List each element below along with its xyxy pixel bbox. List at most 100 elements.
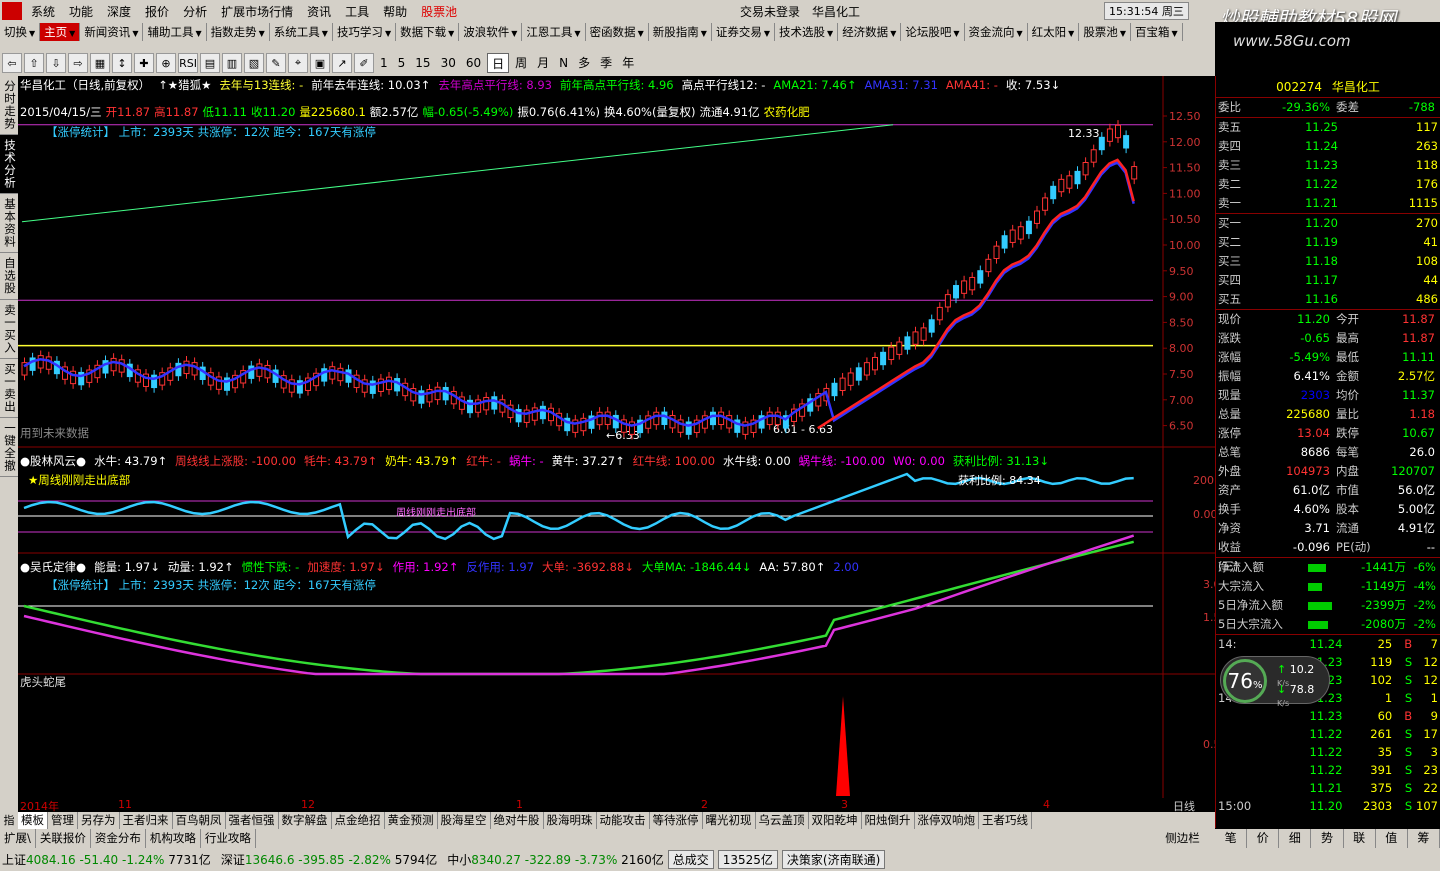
- tab-7[interactable]: 数据下载 ▼: [396, 23, 460, 41]
- toolbar-icon-15[interactable]: ↗: [332, 53, 352, 73]
- sells-row-2[interactable]: 卖三 11.23 118: [1216, 156, 1440, 175]
- menu-item-2[interactable]: 深度: [100, 3, 138, 20]
- indicator-tab-8[interactable]: 黄金预测: [385, 812, 438, 829]
- sh-index[interactable]: 上证4084.16 -51.40 -1.24% 7731亿: [2, 851, 211, 868]
- menu-item-8[interactable]: 帮助: [376, 3, 414, 20]
- zx-index[interactable]: 中小8340.27 -322.89 -3.73% 2160亿: [447, 851, 663, 868]
- indicator-tab-19[interactable]: 王者巧线: [979, 812, 1032, 829]
- quote-tab-6[interactable]: 筹: [1408, 829, 1440, 848]
- tab-17[interactable]: 红太阳 ▼: [1028, 23, 1080, 41]
- tab-12[interactable]: 证券交易 ▼: [712, 23, 776, 41]
- toolbar-icon-12[interactable]: ✎: [266, 53, 286, 73]
- sells-row-0[interactable]: 卖五 11.25 117: [1216, 118, 1440, 137]
- indicator-tab-10[interactable]: 绝对牛股: [491, 812, 544, 829]
- toolbar-icon-2[interactable]: ⇩: [46, 53, 66, 73]
- toolbar-icon-11[interactable]: ▧: [244, 53, 264, 73]
- tab-3[interactable]: 辅助工具 ▼: [143, 23, 207, 41]
- sub-tab-4[interactable]: 行业攻略: [201, 829, 256, 848]
- indicator-tab-1[interactable]: 管理: [48, 812, 78, 829]
- toolbar-icon-13[interactable]: ⌖: [288, 53, 308, 73]
- left-tab-0[interactable]: 分时走势: [0, 76, 18, 135]
- sells-row-3[interactable]: 卖二 11.22 176: [1216, 175, 1440, 194]
- quote-tab-1[interactable]: 价: [1247, 829, 1280, 848]
- period-2[interactable]: 15: [411, 53, 434, 73]
- menu-item-7[interactable]: 工具: [338, 3, 376, 20]
- indicator-tab-16[interactable]: 双阳乾坤: [809, 812, 862, 829]
- menu-item-5[interactable]: 扩展市场行情: [214, 3, 300, 20]
- left-tab-2[interactable]: 基本资料: [0, 194, 18, 253]
- toolbar-icon-6[interactable]: ✚: [134, 53, 154, 73]
- period-1[interactable]: 5: [394, 53, 410, 73]
- period-11[interactable]: 年: [618, 53, 638, 73]
- left-tab-3[interactable]: 自选股: [0, 253, 18, 300]
- sub-tab-3[interactable]: 机构攻略: [146, 829, 201, 848]
- tab-15[interactable]: 论坛股吧 ▼: [901, 23, 965, 41]
- sub-tab-2[interactable]: 资金分布: [91, 829, 146, 848]
- sub-tab-0[interactable]: 扩展\: [0, 829, 36, 848]
- period-9[interactable]: 多: [574, 53, 594, 73]
- left-tab-6[interactable]: 一键全撤: [0, 418, 18, 477]
- quote-tab-4[interactable]: 联: [1344, 829, 1376, 848]
- toolbar-icon-14[interactable]: ▣: [310, 53, 330, 73]
- indicator-tab-9[interactable]: 股海星空: [438, 812, 491, 829]
- indicator-tab-7[interactable]: 点金绝招: [332, 812, 385, 829]
- period-4[interactable]: 60: [462, 53, 485, 73]
- menu-item-3[interactable]: 报价: [138, 3, 176, 20]
- indicator-tab-6[interactable]: 数字解盘: [279, 812, 332, 829]
- indicator-tab-17[interactable]: 阳烛倒升: [862, 812, 915, 829]
- buys-row-3[interactable]: 买四 11.17 44: [1216, 271, 1440, 290]
- quote-tab-3[interactable]: 势: [1311, 829, 1344, 848]
- toolbar-icon-1[interactable]: ⇧: [24, 53, 44, 73]
- indicator-tab-15[interactable]: 乌云盖顶: [756, 812, 809, 829]
- tab-9[interactable]: 江恩工具 ▼: [522, 23, 586, 41]
- chart-canvas[interactable]: 12.50 12.00 11.50 11.00 10.50 10.00 9.50 9.00 8.…: [18, 76, 1228, 798]
- toolbar-icon-9[interactable]: ▤: [200, 53, 220, 73]
- indicator-tab-13[interactable]: 等待涨停: [650, 812, 703, 829]
- left-tab-1[interactable]: 技术分析: [0, 135, 18, 194]
- tab-5[interactable]: 系统工具 ▼: [270, 23, 333, 41]
- tab-1[interactable]: 主页 ▼: [40, 23, 81, 41]
- sz-index[interactable]: 深证13646.6 -395.85 -2.82% 5794亿: [221, 851, 437, 868]
- sidebar-toggle[interactable]: 侧边栏: [1150, 829, 1215, 848]
- period-3[interactable]: 30: [437, 53, 460, 73]
- period-5[interactable]: 日: [487, 53, 510, 73]
- sells-row-4[interactable]: 卖一 11.21 1115: [1216, 194, 1440, 213]
- tab-10[interactable]: 密函数据 ▼: [586, 23, 649, 41]
- toolbar-icon-4[interactable]: ▦: [90, 53, 110, 73]
- indicator-tab-11[interactable]: 股海明珠: [544, 812, 597, 829]
- left-tab-5[interactable]: 买一卖出: [0, 359, 18, 418]
- menu-item-4[interactable]: 分析: [176, 3, 214, 20]
- trade-status[interactable]: 交易未登录: [740, 3, 800, 20]
- buys-row-2[interactable]: 买三 11.18 108: [1216, 252, 1440, 271]
- buys-row-1[interactable]: 买二 11.19 41: [1216, 233, 1440, 252]
- tab-11[interactable]: 新股指南 ▼: [649, 23, 712, 41]
- toolbar-icon-3[interactable]: ⇨: [68, 53, 88, 73]
- menu-item-6[interactable]: 资讯: [300, 3, 338, 20]
- tab-13[interactable]: 技术选股 ▼: [775, 23, 839, 41]
- toolbar-icon-5[interactable]: ↕: [112, 53, 132, 73]
- indicator-tab-12[interactable]: 动能攻击: [597, 812, 650, 829]
- indicator-tab-5[interactable]: 强者恒强: [226, 812, 279, 829]
- toolbar-icon-16[interactable]: ✐: [354, 53, 374, 73]
- toolbar-icon-8[interactable]: RSI: [178, 53, 198, 73]
- period-10[interactable]: 季: [596, 53, 616, 73]
- indicator-tab-3[interactable]: 王者归来: [120, 812, 173, 829]
- menu-item-1[interactable]: 功能: [62, 3, 100, 20]
- buys-row-4[interactable]: 买五 11.16 486: [1216, 290, 1440, 309]
- toolbar-icon-10[interactable]: ▥: [222, 53, 242, 73]
- indicator-tab-18[interactable]: 涨停双响炮: [915, 812, 979, 829]
- left-tab-4[interactable]: 卖一买入: [0, 300, 18, 359]
- indicator-tab-14[interactable]: 曙光初现: [703, 812, 756, 829]
- tab-4[interactable]: 指数走势 ▼: [207, 23, 270, 41]
- quote-tab-0[interactable]: 笔: [1215, 829, 1248, 848]
- tab-18[interactable]: 股票池 ▼: [1079, 23, 1131, 41]
- tab-2[interactable]: 新闻资讯 ▼: [80, 23, 144, 41]
- sells-row-1[interactable]: 卖四 11.24 263: [1216, 137, 1440, 156]
- tab-14[interactable]: 经济数据 ▼: [838, 23, 902, 41]
- tab-16[interactable]: 资金流向 ▼: [965, 23, 1028, 41]
- indicator-tab-0[interactable]: 模板: [18, 812, 48, 829]
- quote-tab-5[interactable]: 值: [1376, 829, 1408, 848]
- sub-tab-1[interactable]: 关联报价: [36, 829, 91, 848]
- quote-tab-2[interactable]: 细: [1279, 829, 1312, 848]
- buys-row-0[interactable]: 买一 11.20 270: [1216, 214, 1440, 233]
